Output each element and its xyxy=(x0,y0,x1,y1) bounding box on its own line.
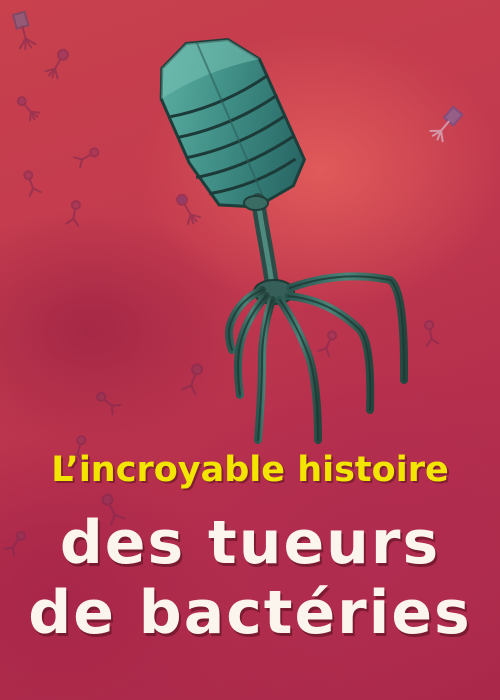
poster: L’incroyable histoire des tueurs de bact… xyxy=(0,0,500,700)
title-line-2: de bactéries xyxy=(28,578,472,648)
subtitle: L’incroyable histoire xyxy=(51,450,449,490)
bacteriophage-illustration xyxy=(159,38,409,444)
title-line-1: des tueurs xyxy=(59,508,441,578)
